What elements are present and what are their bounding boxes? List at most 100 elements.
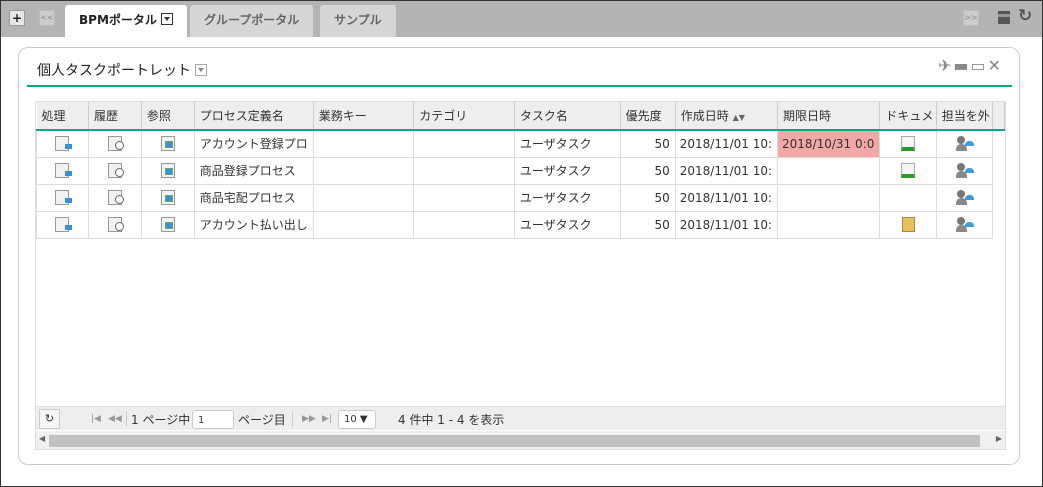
unassign-cell[interactable] — [935, 183, 994, 212]
filler-cell — [993, 211, 1005, 238]
process-task-icon[interactable] — [55, 163, 73, 178]
priority-cell: 50 — [619, 156, 676, 185]
history-cell[interactable] — [87, 156, 142, 185]
priority-cell: 50 — [619, 183, 676, 212]
business-key-cell — [312, 210, 415, 239]
due-cell: 2018/10/31 0:0 — [777, 129, 881, 158]
history-icon[interactable] — [107, 163, 124, 178]
document-cell[interactable] — [879, 210, 937, 239]
column-header-category[interactable]: カテゴリ — [413, 102, 515, 131]
column-header-business-key[interactable]: 業務キー — [313, 102, 415, 131]
reference-icon[interactable] — [160, 136, 175, 152]
reference-icon[interactable] — [160, 190, 175, 205]
task-name-cell: ユーザタスク — [513, 183, 621, 212]
history-cell[interactable] — [87, 183, 142, 212]
spreadsheet-document-icon[interactable] — [901, 163, 916, 178]
pin-icon[interactable]: ✈ — [938, 56, 953, 75]
table-row[interactable]: アカウント払い出し ユーザタスク 50 2018/11/01 10: — [36, 210, 1005, 239]
column-header-process-definition[interactable]: プロセス定義名 — [194, 102, 314, 131]
history-icon[interactable] — [107, 217, 124, 232]
scroll-right-arrow[interactable]: ▶ — [996, 434, 1002, 443]
layout-icon[interactable] — [998, 11, 1010, 24]
unassign-user-icon[interactable] — [955, 190, 974, 205]
portlet-menu-dropdown-icon[interactable] — [195, 64, 207, 76]
unassign-user-icon[interactable] — [955, 217, 974, 232]
reference-icon[interactable] — [160, 163, 175, 178]
page-number-input[interactable]: 1 — [192, 410, 234, 429]
tab-menu-dropdown-icon[interactable] — [160, 13, 173, 25]
process-cell[interactable] — [36, 129, 89, 158]
tab-group-portal[interactable]: グループポータル — [190, 5, 314, 37]
process-cell[interactable] — [36, 183, 89, 212]
page-size-select[interactable]: 10 ▼ — [338, 410, 376, 429]
tab-label: サンプル — [334, 13, 382, 27]
next-page-icon[interactable]: ▶▶ — [302, 414, 316, 424]
portlet-controls: ✈▬▭✕ — [938, 56, 1003, 75]
first-page-icon[interactable]: |◀ — [91, 414, 101, 424]
table-row[interactable]: 商品宅配プロセス ユーザタスク 50 2018/11/01 10: — [36, 183, 1005, 212]
reference-cell[interactable] — [140, 129, 195, 158]
process-task-icon[interactable] — [55, 217, 73, 232]
unassign-cell[interactable] — [935, 156, 994, 185]
column-header-document[interactable]: ドキュメ — [879, 102, 937, 131]
refresh-icon[interactable]: ↻ — [1018, 6, 1032, 26]
unassign-cell[interactable] — [935, 210, 994, 239]
tab-label: BPMポータル — [79, 13, 157, 27]
reference-icon[interactable] — [160, 217, 175, 232]
tab-sample[interactable]: サンプル — [320, 5, 396, 37]
history-icon[interactable] — [107, 136, 124, 152]
title-divider — [27, 85, 1012, 87]
reference-cell[interactable] — [140, 156, 195, 185]
portlet-title-text: 個人タスクポートレット — [37, 63, 191, 79]
reference-cell[interactable] — [140, 183, 195, 212]
column-header-history[interactable]: 履歴 — [88, 102, 142, 131]
column-header-priority[interactable]: 優先度 — [620, 102, 676, 131]
history-cell[interactable] — [87, 210, 142, 239]
document-cell[interactable] — [879, 183, 937, 212]
table-row[interactable]: アカウント登録プロ ユーザタスク 50 2018/11/01 10: 2018/10/3… — [36, 129, 1005, 158]
personal-task-portlet: 個人タスクポートレット ✈▬▭✕ 処理 履歴 参照 プロセス定義名 業務キー カ… — [18, 47, 1020, 465]
process-cell[interactable] — [36, 210, 89, 239]
scroll-tabs-right-button[interactable]: >> — [963, 10, 979, 26]
unassign-user-icon[interactable] — [955, 136, 974, 152]
horizontal-scrollbar[interactable]: ◀ ▶ — [36, 431, 1005, 449]
due-cell — [777, 210, 881, 239]
scroll-left-arrow[interactable]: ◀ — [39, 434, 45, 443]
task-grid: 処理 履歴 参照 プロセス定義名 業務キー カテゴリ タスク名 優先度 作成日時… — [35, 101, 1006, 450]
column-header-reference[interactable]: 参照 — [141, 102, 195, 131]
reference-cell[interactable] — [140, 210, 195, 239]
business-key-cell — [312, 156, 415, 185]
process-cell[interactable] — [36, 156, 89, 185]
category-cell — [413, 156, 515, 185]
portlet-title: 個人タスクポートレット — [37, 60, 207, 80]
column-header-process[interactable]: 処理 — [36, 102, 89, 131]
minimize-icon[interactable]: ▬ — [953, 56, 970, 75]
history-cell[interactable] — [87, 129, 142, 158]
table-row[interactable]: 商品登録プロセス ユーザタスク 50 2018/11/01 10: — [36, 156, 1005, 185]
column-header-created[interactable]: 作成日時 ▲▼ — [675, 102, 779, 131]
column-header-unassign[interactable]: 担当を外 — [936, 102, 994, 131]
prev-page-icon[interactable]: ◀◀ — [108, 414, 122, 424]
history-icon[interactable] — [107, 190, 124, 205]
column-header-task-name[interactable]: タスク名 — [514, 102, 621, 131]
task-name-cell: ユーザタスク — [513, 129, 621, 158]
created-cell: 2018/11/01 10: — [674, 210, 779, 239]
unassign-user-icon[interactable] — [955, 163, 974, 178]
scroll-tabs-left-button[interactable]: << — [39, 10, 55, 26]
unassign-cell[interactable] — [935, 129, 994, 158]
folder-document-icon[interactable] — [901, 217, 915, 232]
spreadsheet-document-icon[interactable] — [901, 136, 916, 152]
last-page-icon[interactable]: ▶| — [322, 414, 332, 424]
tab-bpm-portal[interactable]: BPMポータル — [65, 5, 187, 37]
scrollbar-thumb[interactable] — [49, 435, 980, 447]
maximize-icon[interactable]: ▭ — [970, 56, 987, 75]
document-cell[interactable] — [879, 156, 937, 185]
close-icon[interactable]: ✕ — [988, 56, 1003, 75]
add-tab-button[interactable]: + — [9, 10, 25, 26]
process-task-icon[interactable] — [55, 136, 73, 152]
process-task-icon[interactable] — [55, 190, 73, 205]
document-cell[interactable] — [879, 129, 937, 158]
refresh-grid-button[interactable]: ↻ — [39, 409, 60, 429]
column-header-due[interactable]: 期限日時 — [777, 102, 881, 131]
category-cell — [413, 210, 515, 239]
